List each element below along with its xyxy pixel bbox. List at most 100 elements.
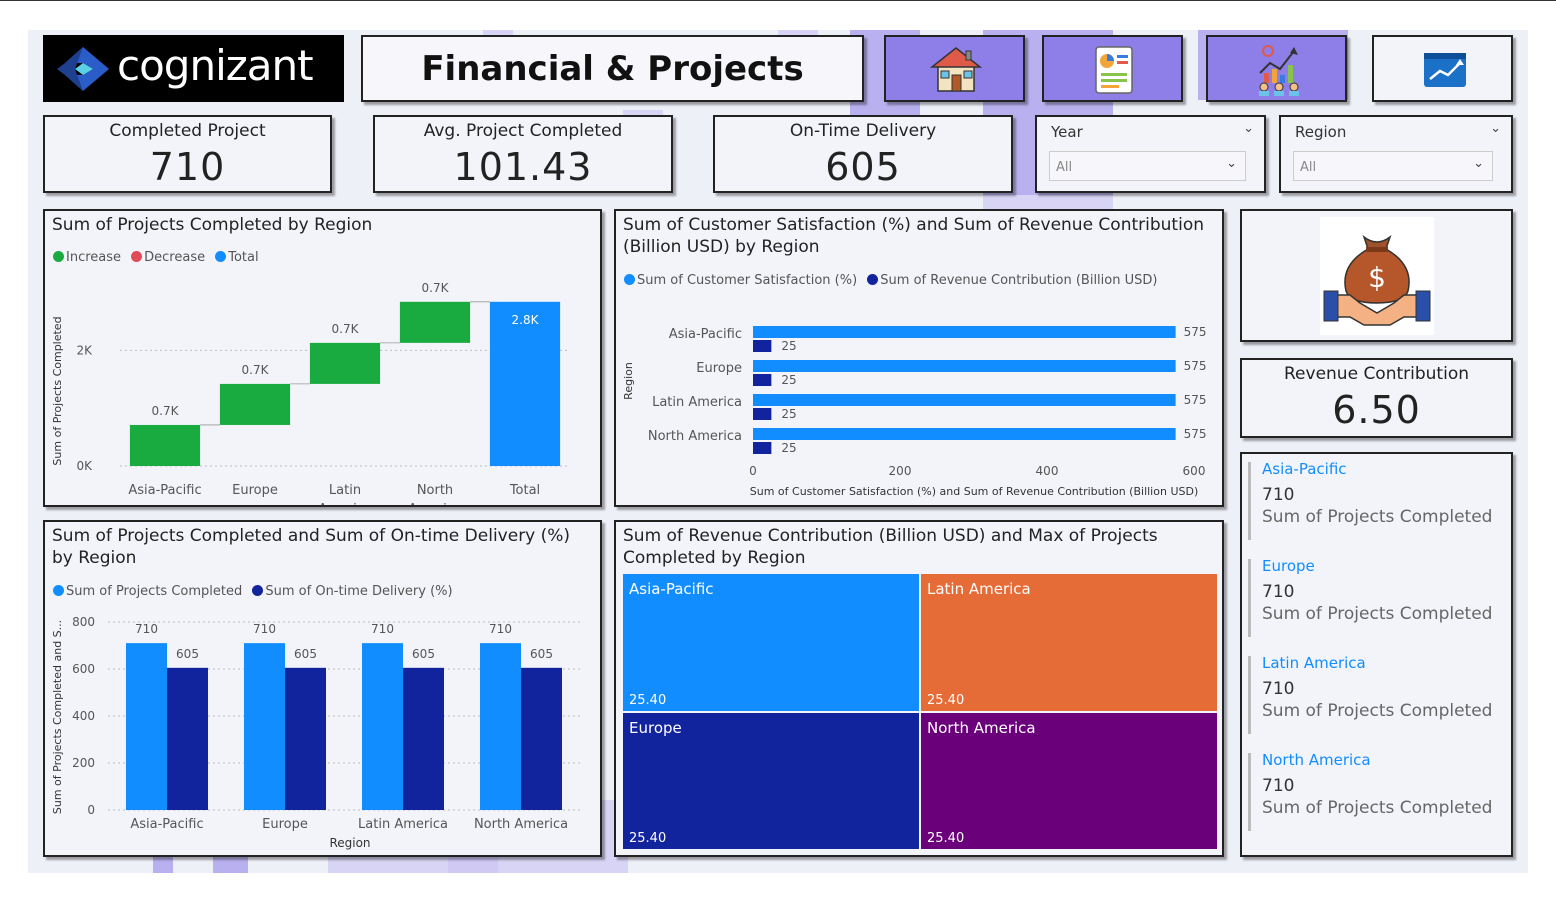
chevron-down-icon[interactable]: ⌄ xyxy=(1243,121,1254,136)
kpi-revenue-label: Revenue Contribution xyxy=(1284,364,1469,384)
chevron-down-icon[interactable]: ⌄ xyxy=(1490,121,1501,136)
data-label: 0.7K xyxy=(242,363,270,377)
card-row-region: Asia-Pacific xyxy=(1262,460,1347,478)
kpi-revenue-value: 6.50 xyxy=(1332,388,1421,432)
bar xyxy=(753,394,1176,406)
x-tick-label: Asia-Pacific xyxy=(128,483,201,498)
column-bar xyxy=(403,667,444,810)
projects-delivery-chart-card: Sum of Projects Completed and Sum of On-… xyxy=(43,520,602,857)
column-bar xyxy=(362,643,403,810)
kpi-completed-label: Completed Project xyxy=(109,121,266,141)
data-label: 710 xyxy=(253,622,276,636)
treemap-tile-value: 25.40 xyxy=(927,692,965,708)
treemap-tile-value: 25.40 xyxy=(629,831,667,846)
x-tick-label: Latin xyxy=(329,483,361,498)
treemap-tile[interactable]: Europe 25.40 xyxy=(623,712,919,849)
data-label: 2.8K xyxy=(512,313,540,327)
waterfall-chart: 0K 2K Sum of Projects Completed 0.7K Asia-Pa… xyxy=(51,281,570,505)
treemap-tile[interactable]: North America 25.40 xyxy=(921,712,1217,849)
x-tick-label: Europe xyxy=(262,817,308,832)
home-icon xyxy=(930,47,982,92)
year-slicer-label: Year xyxy=(1051,123,1083,141)
region-slicer[interactable]: Region ⌄ All ⌄ xyxy=(1279,115,1513,193)
treemap-tile-label: North America xyxy=(927,718,1036,737)
kpi-ontime-card: On-Time Delivery 605 xyxy=(713,115,1013,193)
nav-report-button[interactable] xyxy=(1042,35,1183,102)
report-canvas: cognizant Financial & Projects Completed… xyxy=(28,30,1528,873)
treemap-tile-label: Europe xyxy=(629,718,682,737)
region-dropdown[interactable]: All ⌄ xyxy=(1293,151,1493,181)
data-label: 25 xyxy=(781,441,796,455)
card-row: Europe 710 Sum of Projects Completed xyxy=(1262,557,1492,624)
nav-analytics-button[interactable] xyxy=(1206,35,1347,102)
data-label: 575 xyxy=(1184,359,1207,373)
svg-text:$: $ xyxy=(1368,261,1386,294)
x-axis-title: Sum of Customer Satisfaction (%) and Sum… xyxy=(750,485,1199,498)
satisfaction-chart-card: Sum of Customer Satisfaction (%) and Sum… xyxy=(614,209,1224,507)
data-label: 0.7K xyxy=(152,404,180,418)
kpi-completed-card: Completed Project 710 xyxy=(43,115,332,193)
card-row-region: Europe xyxy=(1262,557,1315,575)
card-row-region: Latin America xyxy=(1262,654,1366,672)
page-title: Financial & Projects xyxy=(421,49,804,89)
y-axis-title: Region xyxy=(622,362,635,400)
x-tick-label: North America xyxy=(474,817,568,832)
bar xyxy=(753,408,772,420)
logo-mark-icon xyxy=(57,47,109,91)
x-tick-label: Asia-Pacific xyxy=(130,817,203,832)
year-slicer[interactable]: Year ⌄ All ⌄ xyxy=(1035,115,1266,193)
card-row-value: 710 xyxy=(1262,582,1295,602)
nav-home-button[interactable] xyxy=(884,35,1025,102)
treemap-card: Sum of Revenue Contribution (Billion USD… xyxy=(614,520,1224,857)
x-tick-label: America xyxy=(408,502,462,505)
logo-text: cognizant xyxy=(117,41,314,90)
x-tick-label: 200 xyxy=(889,464,912,478)
nav-trend-button[interactable] xyxy=(1372,35,1513,102)
x-axis-title: Region xyxy=(329,836,370,850)
treemap-tile-label: Latin America xyxy=(927,580,1031,598)
y-tick-label: 0 xyxy=(87,803,95,817)
x-tick-label: 600 xyxy=(1183,464,1206,478)
data-label: 605 xyxy=(412,647,435,661)
data-label: 575 xyxy=(1184,325,1207,339)
waterfall-bar xyxy=(309,342,381,384)
column-bar xyxy=(244,643,285,810)
card-row-value: 710 xyxy=(1262,485,1295,505)
bar xyxy=(753,442,772,454)
y-tick-label: Asia-Pacific xyxy=(669,327,742,342)
card-row: Asia-Pacific 710 Sum of Projects Completed xyxy=(1262,460,1492,527)
y-tick-label: 2K xyxy=(76,343,93,357)
kpi-ontime-label: On-Time Delivery xyxy=(789,121,937,141)
bar xyxy=(753,428,1176,440)
x-tick-label: Total xyxy=(509,483,540,498)
y-tick-label: 800 xyxy=(72,615,95,629)
kpi-ontime-value: 605 xyxy=(825,145,901,189)
year-dropdown[interactable]: All ⌄ xyxy=(1049,151,1246,181)
year-dropdown-value: All xyxy=(1056,160,1073,175)
revenue-image-card: $ xyxy=(1240,209,1513,342)
chevron-down-icon: ⌄ xyxy=(1226,156,1237,171)
treemap-tile[interactable]: Asia-Pacific 25.40 xyxy=(623,574,919,711)
chevron-down-icon: ⌄ xyxy=(1473,156,1484,171)
trend-chart-icon xyxy=(1424,53,1466,87)
y-tick-label: 200 xyxy=(72,756,95,770)
card-row-accent xyxy=(1248,753,1251,831)
column-bar xyxy=(521,667,562,810)
data-label: 710 xyxy=(371,622,394,636)
data-label: 605 xyxy=(176,647,199,661)
card-row-label: Sum of Projects Completed xyxy=(1262,798,1493,818)
data-label: 25 xyxy=(781,373,796,387)
card-row-label: Sum of Projects Completed xyxy=(1262,701,1493,721)
multi-row-list: Asia-Pacific 710 Sum of Projects Completed… xyxy=(1242,454,1511,855)
data-label: 25 xyxy=(781,407,796,421)
kpi-avg-card: Avg. Project Completed 101.43 xyxy=(373,115,673,193)
column-bar xyxy=(480,643,521,810)
y-tick-label: 0K xyxy=(76,459,93,473)
data-label: 605 xyxy=(294,647,317,661)
column-bar xyxy=(285,667,326,810)
waterfall-bar xyxy=(219,383,291,425)
data-label: 25 xyxy=(781,339,796,353)
card-row-accent xyxy=(1248,462,1251,540)
bar xyxy=(753,360,1176,372)
treemap-tile[interactable]: Latin America 25.40 xyxy=(921,574,1217,711)
